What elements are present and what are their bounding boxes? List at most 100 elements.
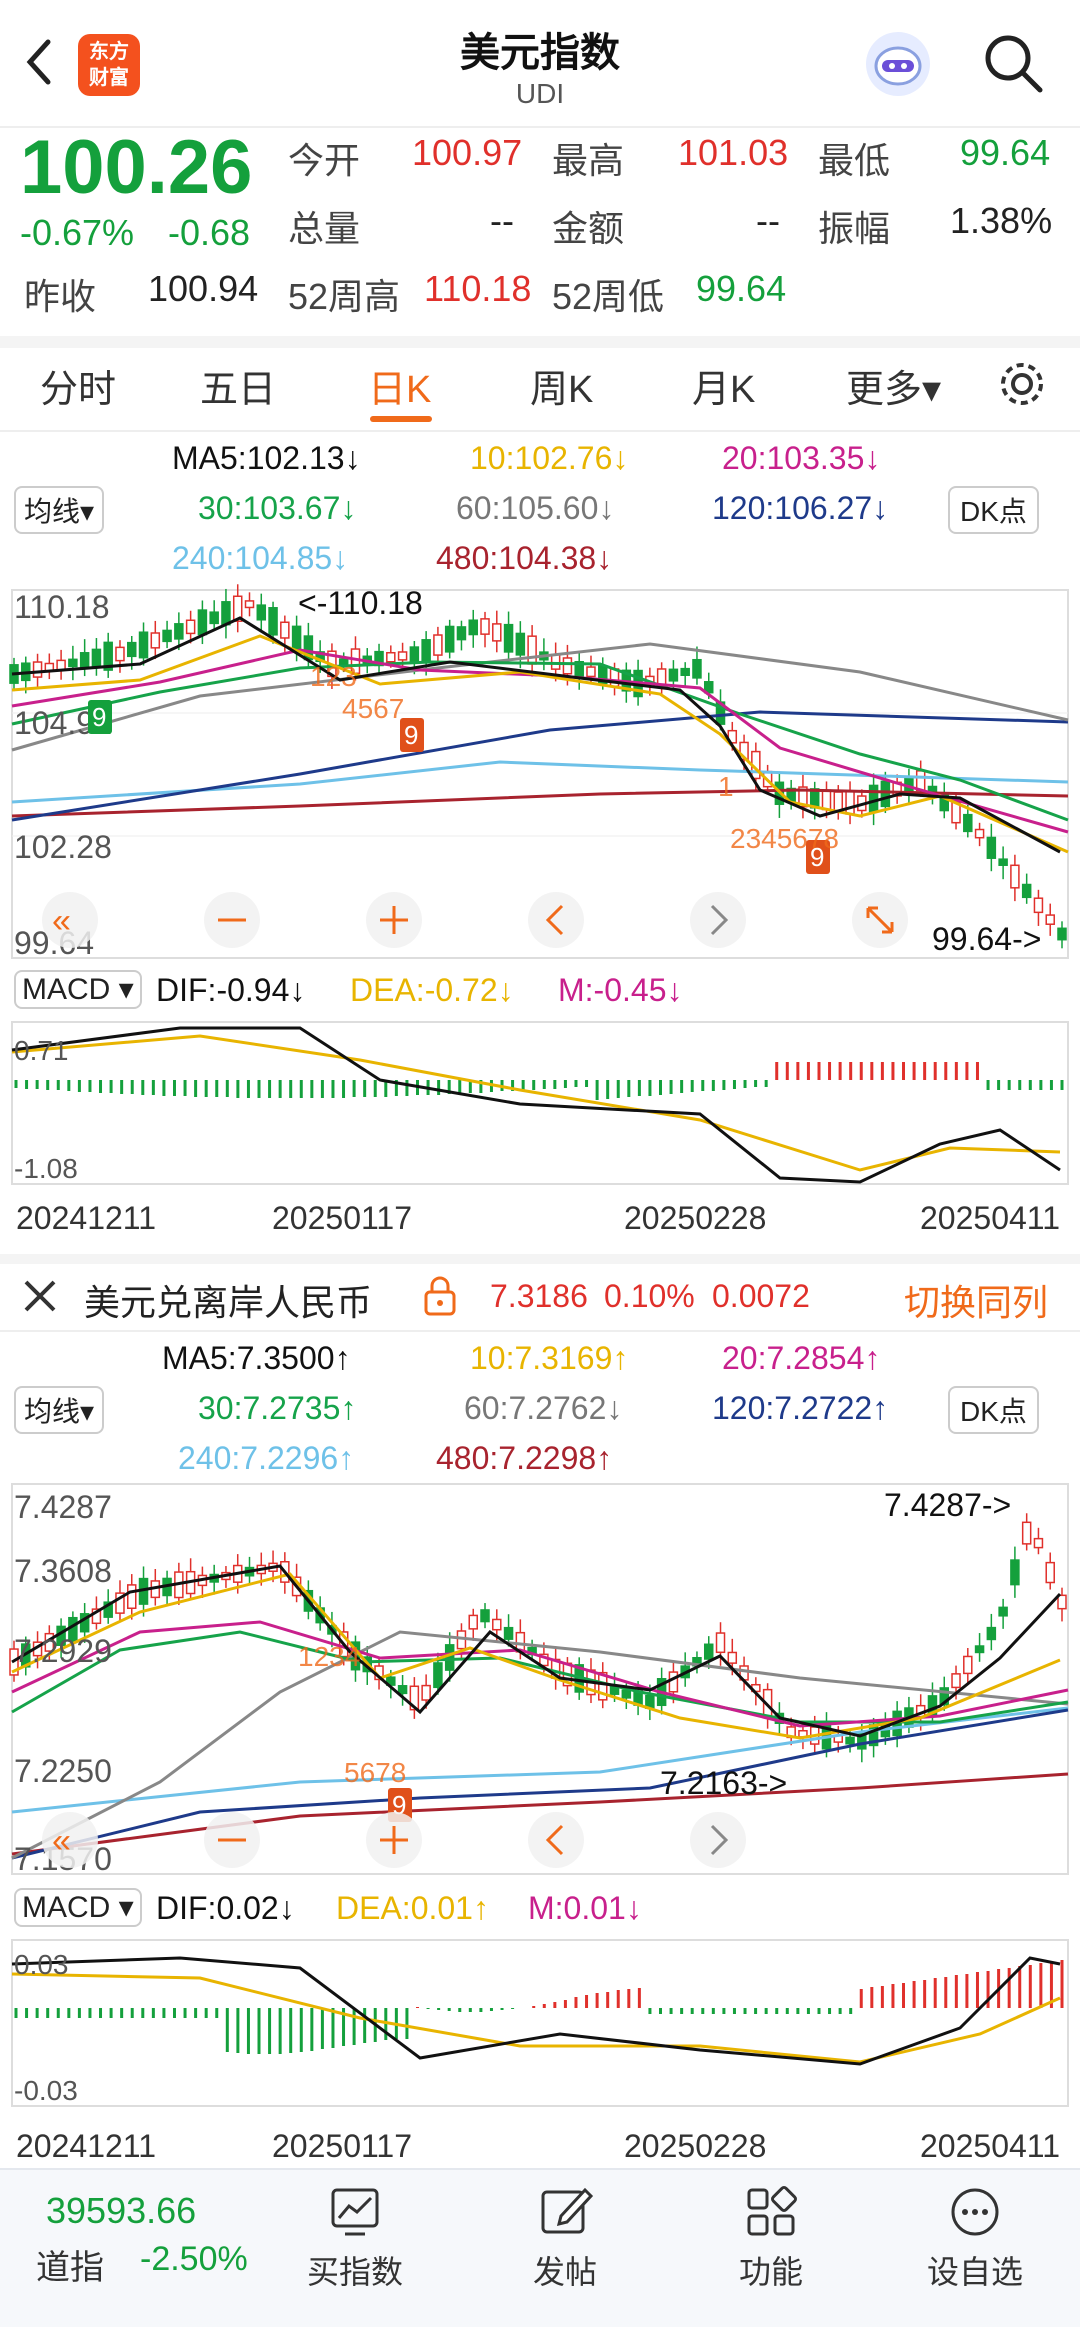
dk-point-button[interactable]: DK点: [948, 1386, 1039, 1434]
functions-button[interactable]: 功能: [706, 2178, 836, 2318]
tab-more[interactable]: 更多▾: [846, 358, 941, 413]
ma480-legend: 480:104.38↓: [436, 540, 613, 576]
candle-body: [703, 1643, 714, 1660]
max-price-marker: 7.4287->: [884, 1487, 1011, 1523]
candle-body: [998, 1606, 1008, 1617]
zoom-out-button[interactable]: [204, 892, 260, 948]
ma480-legend: 480:7.2298↑: [436, 1440, 613, 1476]
ma30-legend: 30:103.67↓: [198, 490, 357, 526]
date-label: 20250117: [272, 2128, 412, 2164]
candle-body: [515, 632, 526, 656]
date-label: 20241211: [16, 2128, 156, 2164]
candle-body: [503, 1626, 514, 1640]
zoom-in-button[interactable]: [366, 892, 422, 948]
candle-body: [986, 836, 997, 859]
compare-change: 0.0072: [712, 1278, 810, 1314]
fullscreen-button[interactable]: [852, 892, 908, 948]
settings-button[interactable]: [996, 358, 1048, 410]
compare-lock-button[interactable]: [420, 1274, 460, 1318]
candle-body: [963, 813, 973, 833]
candle-body: [1010, 1559, 1020, 1586]
nav-fast-back-button[interactable]: «: [42, 1812, 98, 1868]
date-label: 20241211: [16, 1200, 156, 1236]
svg-text:9: 9: [404, 720, 418, 750]
robot-avatar-icon[interactable]: [866, 32, 930, 96]
y-label: 7.4287: [14, 1489, 112, 1525]
date-label: 20250411: [920, 1200, 1060, 1236]
volume-label: 总量: [288, 208, 361, 249]
candle-body: [1021, 1521, 1032, 1545]
add-watchlist-label: 设自选: [926, 2254, 1023, 2290]
macd-y-top: 0.03: [14, 1949, 69, 1980]
nav-fast-back-button[interactable]: «: [42, 892, 98, 948]
tab-daily-k[interactable]: 日K: [368, 358, 431, 413]
add-watchlist-button[interactable]: 设自选: [910, 2178, 1040, 2318]
candles-usdcnh: [9, 1513, 1067, 1763]
y-label-102: 102.28: [14, 829, 112, 865]
ma30-legend: 30:7.2735↑: [198, 1390, 357, 1426]
search-button[interactable]: [980, 30, 1046, 96]
macd-selector[interactable]: MACD ▾: [14, 1888, 142, 1927]
macd-selector[interactable]: MACD ▾: [14, 970, 142, 1009]
period-tabs: 分时 五日 日K 周K 月K 更多▾: [0, 348, 1080, 430]
nav-prev-button[interactable]: [528, 1812, 584, 1868]
candle-body: [280, 621, 290, 639]
more-dots-icon: [951, 2188, 999, 2236]
svg-text:«: «: [52, 1822, 71, 1860]
zoom-in-button[interactable]: [366, 1812, 422, 1868]
tab-weekly-k[interactable]: 周K: [530, 358, 593, 413]
candle-body: [692, 658, 702, 679]
candle-body: [562, 657, 573, 675]
candle-body: [433, 634, 443, 656]
zoom-out-button[interactable]: [204, 1812, 260, 1868]
nav-next-button[interactable]: [690, 1812, 746, 1868]
ma20-legend: 20:7.2854↑: [722, 1340, 881, 1376]
buy-index-button[interactable]: 买指数: [290, 2178, 420, 2318]
candle-body: [244, 600, 255, 609]
macd-dif-line: [11, 1956, 1061, 2066]
low-label: 最低: [818, 140, 891, 181]
kline-chart-usdcnh[interactable]: 7.4287 7.3608 7.2929 7.2250 7.1570 7.428…: [0, 1482, 1080, 1882]
switch-view-button[interactable]: 切换同列: [904, 1274, 1048, 1326]
week52-low-label: 52周低: [552, 276, 665, 317]
candle-body: [1033, 1537, 1044, 1549]
nav-next-button[interactable]: [690, 892, 746, 948]
candle-body: [115, 646, 125, 662]
compare-close-button[interactable]: [18, 1274, 62, 1318]
compare-price: 7.3186: [490, 1278, 588, 1314]
gear-icon: [1001, 363, 1043, 405]
ma5-legend: MA5:102.13↓: [172, 440, 361, 476]
ma10-legend: 10:7.3169↑: [470, 1340, 629, 1376]
prev-close-label: 昨收: [24, 276, 97, 317]
tab-active-indicator: [370, 416, 432, 422]
candle-body: [492, 1618, 502, 1631]
candle-body: [503, 623, 514, 653]
tab-five-day[interactable]: 五日: [200, 358, 276, 413]
kline-chart-udi[interactable]: 110.18 104.91 102.28 99.64 <-110.18 99.6…: [0, 584, 1080, 964]
candle-body: [150, 632, 161, 649]
ma-toggle[interactable]: 均线▾: [14, 486, 105, 534]
current-price: 100.26: [20, 125, 253, 210]
tab-intraday[interactable]: 分时: [40, 358, 116, 413]
candle-body: [397, 651, 408, 661]
candle-body: [1021, 883, 1032, 899]
section-gap: [0, 1254, 1080, 1264]
macd-dif: DIF:0.02↓: [156, 1890, 295, 1926]
candle-body: [1010, 864, 1020, 889]
ma-toggle[interactable]: 均线▾: [14, 1386, 105, 1434]
compare-divider: [0, 1330, 1080, 1332]
candle-body: [833, 791, 844, 812]
candle-body: [127, 1584, 137, 1610]
amount-value: --: [756, 200, 780, 241]
ticker-index[interactable]: 39593.66 道指 -2.50%: [0, 2170, 280, 2327]
change-value: -0.68: [168, 212, 251, 253]
tab-monthly-k[interactable]: 月K: [692, 358, 755, 413]
date-label: 20250117: [272, 1200, 412, 1236]
candle-body: [821, 789, 832, 811]
candle-body: [397, 1685, 408, 1695]
nav-prev-button[interactable]: [528, 892, 584, 948]
dk-point-button[interactable]: DK点: [948, 486, 1039, 534]
candle-body: [1057, 1594, 1067, 1610]
post-button[interactable]: 发帖: [500, 2178, 630, 2318]
candle-body: [68, 658, 78, 668]
